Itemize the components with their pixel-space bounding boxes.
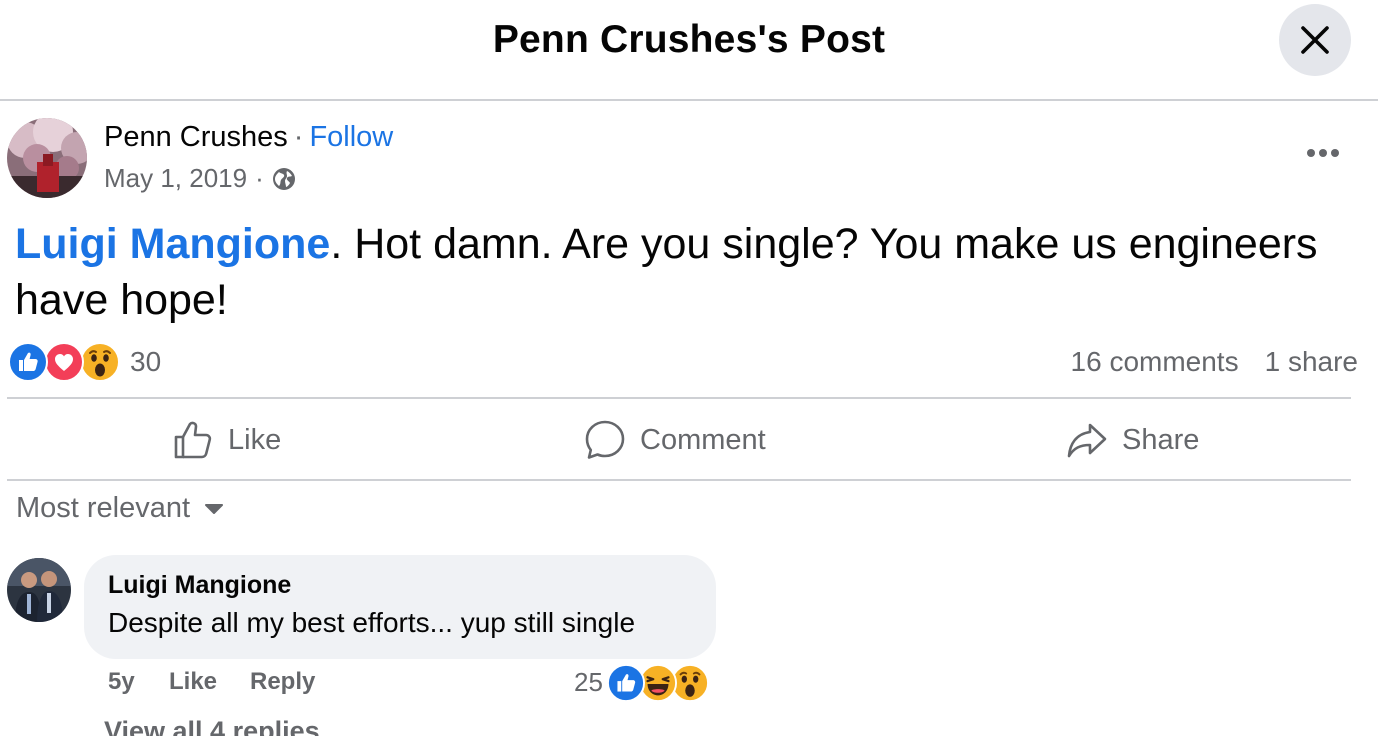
share-button[interactable]: Share	[1066, 410, 1199, 470]
dialog-title: Penn Crushes's Post	[492, 18, 886, 61]
commenter-avatar[interactable]	[7, 558, 71, 622]
love-reaction-icon	[44, 342, 84, 387]
like-reaction-icon	[8, 342, 48, 387]
comment-icon	[585, 420, 625, 459]
comment-sort-dropdown[interactable]: Most relevant	[16, 492, 224, 525]
mention-link[interactable]: Luigi Mangione	[15, 220, 330, 268]
wow-reaction-icon	[80, 342, 120, 387]
post-dialog-header: Penn Crushes's Post	[0, 0, 1378, 101]
divider	[7, 397, 1351, 399]
post-stats: 16 comments 1 share	[1071, 346, 1358, 378]
separator: ·	[293, 121, 304, 153]
more-options-button[interactable]	[1300, 138, 1346, 168]
comment-reply-button[interactable]: Reply	[250, 668, 315, 696]
comment-bubble: Luigi Mangione Despite all my best effor…	[84, 555, 716, 659]
comment-text: Despite all my best efforts... yup still…	[108, 607, 636, 638]
separator: ·	[255, 163, 264, 193]
comment-button[interactable]: Comment	[584, 410, 766, 470]
close-button[interactable]	[1279, 4, 1351, 76]
reactions-summary[interactable]: 30	[8, 342, 161, 382]
post-author-line: Penn Crushes · Follow	[104, 121, 393, 154]
share-arrow-icon	[1067, 423, 1107, 458]
more-horizontal-icon	[1307, 149, 1339, 157]
like-reaction-icon	[606, 664, 645, 707]
page-name[interactable]: Penn Crushes	[104, 121, 288, 153]
divider	[7, 479, 1351, 481]
comment-author[interactable]: Luigi Mangione	[108, 571, 291, 600]
post-meta: May 1, 2019 ·	[104, 163, 296, 194]
like-button[interactable]: Like	[172, 410, 281, 470]
shares-count-link[interactable]: 1 share	[1265, 346, 1358, 378]
view-replies-link[interactable]: View all 4 replies	[104, 716, 320, 736]
thumbs-up-icon	[174, 421, 212, 459]
page-avatar[interactable]	[7, 118, 87, 198]
globe-icon	[272, 167, 295, 190]
comment-like-button[interactable]: Like	[169, 668, 217, 696]
comment-reaction-count: 25	[574, 666, 603, 697]
post-body: Luigi Mangione. Hot damn. Are you single…	[15, 216, 1355, 328]
comments-count-link[interactable]: 16 comments	[1071, 346, 1239, 378]
reaction-count: 30	[130, 346, 162, 377]
comment-age[interactable]: 5y	[108, 668, 135, 696]
comment-reactions[interactable]: 25	[574, 662, 715, 702]
caret-down-icon	[205, 503, 224, 514]
post-date[interactable]: May 1, 2019	[104, 163, 247, 194]
close-icon	[1301, 26, 1329, 54]
comment-label: Comment	[640, 423, 766, 456]
sort-label: Most relevant	[16, 492, 191, 524]
follow-button[interactable]: Follow	[309, 121, 393, 153]
like-label: Like	[228, 423, 282, 456]
share-label: Share	[1122, 423, 1200, 456]
